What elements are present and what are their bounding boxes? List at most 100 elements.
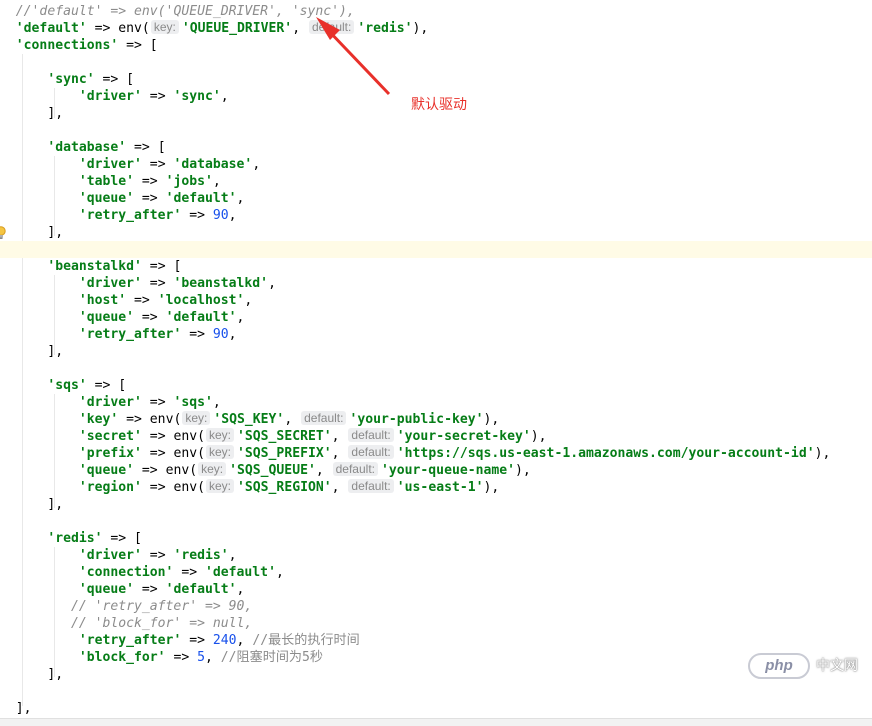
operator-token: =>: [165, 650, 198, 665]
code-line[interactable]: 'key' => env(key: 'SQS_KEY', default:'you…: [0, 411, 872, 428]
code-line[interactable]: 'table' => 'jobs',: [0, 173, 872, 190]
string-token: 'SQS_PREFIX': [237, 446, 332, 461]
string-token: 'sqs': [173, 395, 213, 410]
operator-token: ],: [47, 497, 64, 512]
lightbulb-icon[interactable]: [0, 226, 7, 240]
comment: //阻塞时间为5秒: [220, 650, 323, 665]
operator-token: ,: [315, 463, 332, 478]
code-line[interactable]: ],: [0, 343, 872, 360]
code-line[interactable]: 'redis' => [: [0, 530, 872, 547]
operator-token: => [: [94, 72, 135, 87]
operator-token: =>: [141, 395, 174, 410]
current-line[interactable]: [0, 241, 872, 258]
operator-token: => [: [118, 38, 158, 53]
param-hint-key: key:: [206, 445, 235, 459]
code-line[interactable]: ],: [0, 496, 872, 513]
operator-token: ,: [284, 412, 301, 427]
operator-token: ,: [331, 446, 348, 461]
operator-token: ],: [47, 344, 64, 359]
string-token: 'connection': [78, 565, 174, 580]
code-line[interactable]: 'retry_after' => 90,: [0, 207, 872, 224]
operator-token: => env(: [141, 480, 205, 495]
code-line[interactable]: 'sync' => [: [0, 71, 872, 88]
string-token: 'driver': [78, 395, 142, 410]
php-logo-icon: php: [748, 653, 810, 679]
operator-token: ,: [236, 582, 245, 597]
code-line[interactable]: 'queue' => 'default',: [0, 309, 872, 326]
operator-token: => env(: [118, 412, 182, 427]
param-hint-key: key:: [198, 462, 227, 476]
operator-token: =>: [134, 191, 166, 206]
string-token: 'retry_after': [78, 633, 182, 648]
operator-token: => [: [141, 259, 182, 274]
string-token: 'queue': [78, 310, 135, 325]
comment: // 'block_for' => null,: [70, 616, 253, 631]
param-hint-key: key:: [182, 411, 211, 425]
string-token: 'prefix': [78, 446, 142, 461]
code-line[interactable]: ],: [0, 700, 872, 717]
code-line[interactable]: 'queue' => 'default',: [0, 190, 872, 207]
operator-token: ],: [47, 225, 64, 240]
code-line[interactable]: // 'block_for' => null,: [0, 615, 872, 632]
operator-token: ,: [236, 191, 245, 206]
operator-token: ,: [228, 327, 237, 342]
operator-token: =>: [141, 157, 174, 172]
code-line[interactable]: 'driver' => 'beanstalkd',: [0, 275, 872, 292]
string-token: 'QUEUE_DRIVER': [181, 21, 293, 36]
operator-token: => env(: [141, 429, 205, 444]
operator-token: ,: [212, 174, 221, 189]
code-line[interactable]: 'database' => [: [0, 139, 872, 156]
string-token: 'queue': [78, 582, 135, 597]
operator-token: ),: [530, 429, 547, 444]
operator-token: => env(: [141, 446, 205, 461]
string-token: 'database': [173, 157, 253, 172]
param-hint-default: default:: [348, 479, 394, 493]
code-line[interactable]: 'connection' => 'default',: [0, 564, 872, 581]
code-line[interactable]: // 'retry_after' => 90,: [0, 598, 872, 615]
code-line[interactable]: 'block_for' => 5, //阻塞时间为5秒: [0, 649, 872, 666]
code-line[interactable]: 'retry_after' => 90,: [0, 326, 872, 343]
operator-token: =>: [134, 310, 166, 325]
code-line[interactable]: 'driver' => 'database',: [0, 156, 872, 173]
param-hint-default: default:: [348, 445, 394, 459]
operator-token: ,: [205, 650, 221, 665]
number-token: 90: [212, 208, 229, 223]
code-line[interactable]: 'retry_after' => 240, //最长的执行时间: [0, 632, 872, 649]
operator-token: =>: [181, 633, 213, 648]
param-hint-key: key:: [206, 479, 235, 493]
string-token: 'host': [78, 293, 127, 308]
code-line[interactable]: 'queue' => env(key: 'SQS_QUEUE', default:…: [0, 462, 872, 479]
code-line[interactable]: 'region' => env(key: 'SQS_REGION', defaul…: [0, 479, 872, 496]
string-token: 'default': [205, 565, 276, 580]
string-token: 'us-east-1': [396, 480, 484, 495]
code-line[interactable]: 'beanstalkd' => [: [0, 258, 872, 275]
code-line[interactable]: 'queue' => 'default',: [0, 581, 872, 598]
operator-token: => env(: [86, 21, 150, 36]
code-line[interactable]: 'default' => env(key: 'QUEUE_DRIVER', def…: [0, 20, 872, 37]
string-token: 'driver': [78, 157, 142, 172]
code-line[interactable]: 'host' => 'localhost',: [0, 292, 872, 309]
operator-token: ,: [252, 157, 261, 172]
code-line[interactable]: 'driver' => 'sqs',: [0, 394, 872, 411]
code-line[interactable]: 'connections' => [: [0, 37, 872, 54]
operator-token: ,: [244, 293, 253, 308]
code-line[interactable]: //'default' => env('QUEUE_DRIVER', 'sync…: [0, 3, 872, 20]
code-line[interactable]: 'prefix' => env(key: 'SQS_PREFIX', defaul…: [0, 445, 872, 462]
code-line[interactable]: ],: [0, 666, 872, 683]
code-line[interactable]: 'secret' => env(key: 'SQS_SECRET', defaul…: [0, 428, 872, 445]
string-token: 'default': [165, 191, 237, 206]
string-token: 'sync': [47, 72, 95, 87]
comment: //'default' => env('QUEUE_DRIVER', 'sync…: [15, 4, 355, 19]
code-line[interactable]: ],: [0, 224, 872, 241]
operator-token: =>: [141, 276, 174, 291]
number-token: 5: [197, 650, 205, 665]
string-token: 'table': [78, 174, 135, 189]
string-token: 'SQS_KEY': [213, 412, 285, 427]
operator-token: =>: [134, 582, 166, 597]
string-token: 'database': [47, 140, 127, 155]
code-line[interactable]: 'sqs' => [: [0, 377, 872, 394]
code-line[interactable]: 'driver' => 'redis',: [0, 547, 872, 564]
number-token: 90: [212, 327, 229, 342]
string-token: 'driver': [78, 89, 142, 104]
operator-token: ,: [275, 565, 284, 580]
